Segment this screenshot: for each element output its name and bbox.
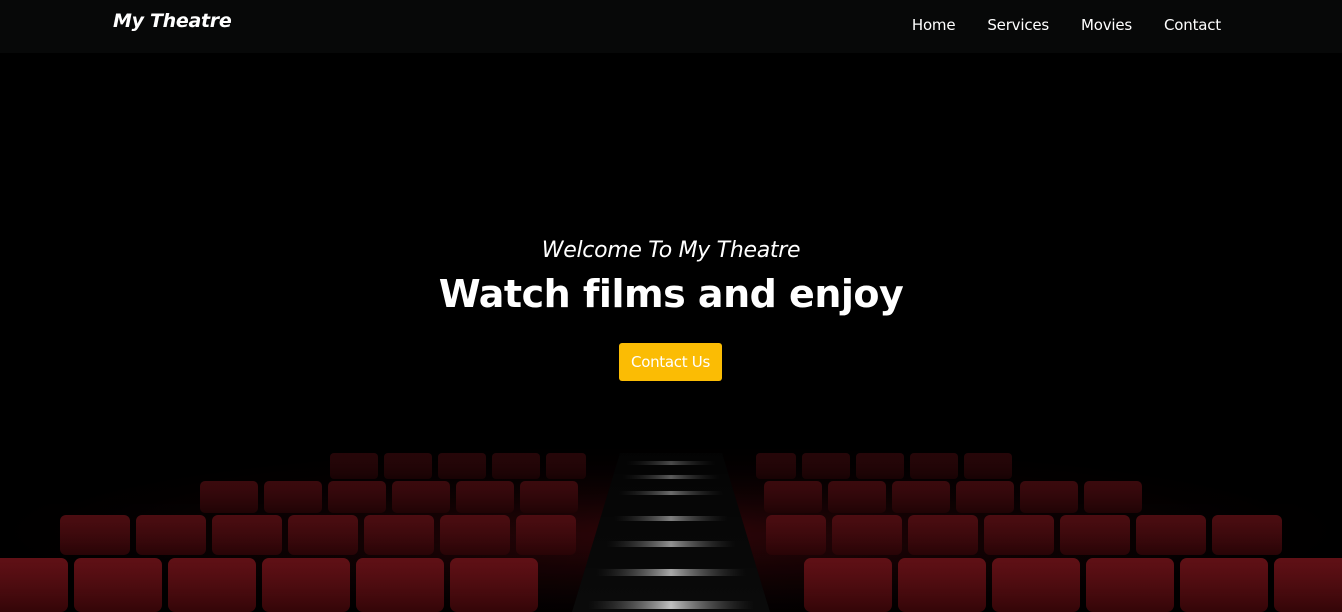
navbar: My Theatre Home Services Movies Contact: [0, 0, 1342, 53]
contact-us-button[interactable]: Contact Us: [619, 343, 722, 381]
nav-link-contact[interactable]: Contact: [1164, 16, 1221, 34]
nav-link-home[interactable]: Home: [912, 16, 956, 34]
hero-headline: Watch films and enjoy: [438, 272, 904, 316]
brand-logo-link[interactable]: My Theatre: [113, 10, 232, 32]
nav-links: Home Services Movies Contact: [880, 16, 1221, 34]
hero-welcome-text: Welcome To My Theatre: [541, 238, 801, 263]
hero-section: Welcome To My Theatre Watch films and en…: [0, 53, 1342, 612]
page: Welcome To My Theatre Watch films and en…: [0, 0, 1342, 612]
nav-link-services[interactable]: Services: [987, 16, 1049, 34]
nav-link-movies[interactable]: Movies: [1081, 16, 1132, 34]
theatre-background-image: [0, 53, 1342, 612]
